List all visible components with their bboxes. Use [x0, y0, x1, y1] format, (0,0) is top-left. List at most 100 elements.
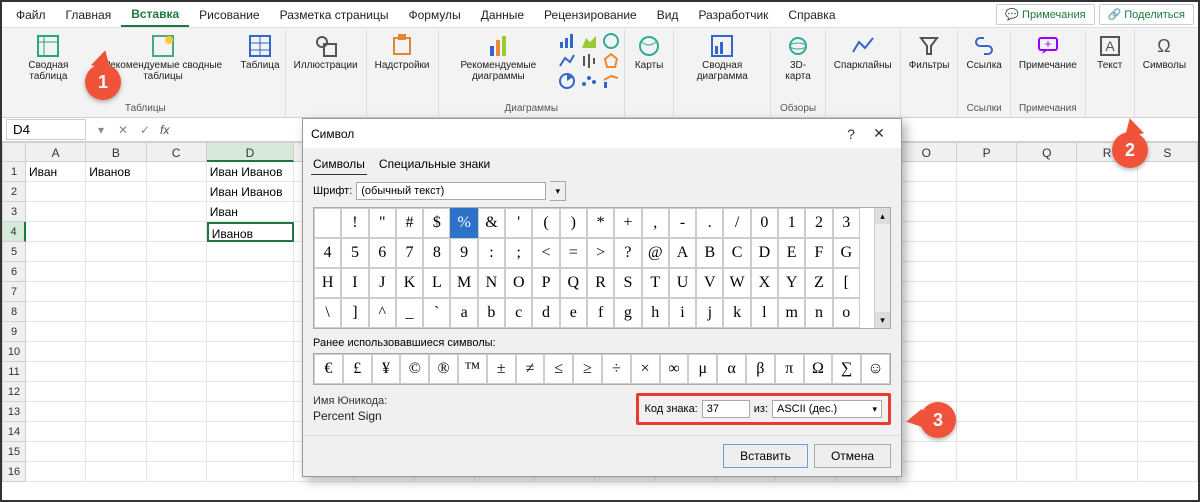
geo-chart-icon[interactable]	[602, 32, 620, 50]
cell-A16[interactable]	[26, 462, 86, 482]
cell-C11[interactable]	[147, 362, 207, 382]
char-cell[interactable]: C	[723, 238, 750, 268]
recent-char[interactable]: ®	[429, 354, 458, 384]
cell-P7[interactable]	[957, 282, 1017, 302]
cell-S8[interactable]	[1138, 302, 1198, 322]
cell-S16[interactable]	[1138, 462, 1198, 482]
table-button[interactable]: Таблица	[239, 32, 280, 73]
cell-C4[interactable]	[147, 222, 207, 242]
col-header-B[interactable]: B	[86, 142, 146, 162]
cell-B1[interactable]: Иванов	[86, 162, 146, 182]
char-cell[interactable]: !	[341, 208, 368, 238]
char-cell[interactable]: .	[696, 208, 723, 238]
cell-S13[interactable]	[1138, 402, 1198, 422]
char-cell[interactable]: a	[450, 298, 477, 328]
area-chart-icon[interactable]	[580, 32, 598, 50]
char-cell[interactable]: E	[778, 238, 805, 268]
cell-R12[interactable]	[1077, 382, 1137, 402]
char-cell[interactable]: W	[723, 268, 750, 298]
char-cell[interactable]: 3	[833, 208, 860, 238]
recent-char[interactable]: ☺	[861, 354, 890, 384]
recent-char[interactable]: α	[717, 354, 746, 384]
cell-D13[interactable]	[207, 402, 294, 422]
col-header-A[interactable]: A	[26, 142, 86, 162]
3d-map-button[interactable]: 3D- карта	[775, 32, 820, 84]
illustrations-button[interactable]: Иллюстрации	[290, 32, 362, 73]
char-cell[interactable]: U	[669, 268, 696, 298]
pie-chart-icon[interactable]	[558, 72, 576, 90]
cell-D11[interactable]	[207, 362, 294, 382]
cancel-button[interactable]: Отмена	[814, 444, 891, 468]
recent-char[interactable]: ≠	[516, 354, 545, 384]
row-header-14[interactable]: 14	[2, 422, 26, 442]
char-cell[interactable]: h	[642, 298, 669, 328]
maps-button[interactable]: Карты	[629, 32, 669, 73]
cell-S15[interactable]	[1138, 442, 1198, 462]
char-cell[interactable]: Z	[805, 268, 832, 298]
stock-chart-icon[interactable]	[580, 52, 598, 70]
cell-P15[interactable]	[957, 442, 1017, 462]
line-chart-icon[interactable]	[558, 52, 576, 70]
cell-C16[interactable]	[147, 462, 207, 482]
char-cell[interactable]: $	[423, 208, 450, 238]
namebox-dropdown[interactable]: ▾	[90, 123, 112, 137]
row-header-3[interactable]: 3	[2, 202, 26, 222]
cell-C5[interactable]	[147, 242, 207, 262]
col-header-D[interactable]: D	[207, 142, 294, 162]
cell-D8[interactable]	[207, 302, 294, 322]
char-cell[interactable]: d	[532, 298, 559, 328]
menu-pagelayout[interactable]: Разметка страницы	[270, 4, 399, 26]
cell-C3[interactable]	[147, 202, 207, 222]
char-cell[interactable]: '	[505, 208, 532, 238]
cell-P11[interactable]	[957, 362, 1017, 382]
cell-C2[interactable]	[147, 182, 207, 202]
cell-B6[interactable]	[86, 262, 146, 282]
char-cell[interactable]: 2	[805, 208, 832, 238]
char-cell[interactable]: i	[669, 298, 696, 328]
code-input[interactable]	[702, 400, 750, 418]
cell-A2[interactable]	[26, 182, 86, 202]
cell-O8[interactable]	[897, 302, 957, 322]
char-cell[interactable]: g	[614, 298, 641, 328]
cell-A6[interactable]	[26, 262, 86, 282]
recent-char[interactable]: ¥	[372, 354, 401, 384]
scroll-up-icon[interactable]: ▴	[875, 208, 890, 224]
cell-D15[interactable]	[207, 442, 294, 462]
cell-S6[interactable]	[1138, 262, 1198, 282]
pivot-table-button[interactable]: Сводная таблица	[10, 32, 87, 84]
font-dropdown[interactable]: ▾	[550, 181, 566, 201]
addins-button[interactable]: Надстройки	[371, 32, 434, 73]
char-cell[interactable]: +	[614, 208, 641, 238]
cell-Q3[interactable]	[1017, 202, 1077, 222]
menu-data[interactable]: Данные	[471, 4, 534, 26]
cell-R8[interactable]	[1077, 302, 1137, 322]
char-cell[interactable]: G	[833, 238, 860, 268]
cell-R11[interactable]	[1077, 362, 1137, 382]
bar-chart-icon[interactable]	[558, 32, 576, 50]
row-header-11[interactable]: 11	[2, 362, 26, 382]
cell-D9[interactable]	[207, 322, 294, 342]
cell-R9[interactable]	[1077, 322, 1137, 342]
share-button[interactable]: 🔗 Поделиться	[1099, 4, 1194, 25]
recent-char[interactable]: ™	[458, 354, 487, 384]
comment-button[interactable]: + Примечание	[1015, 32, 1081, 73]
text-button[interactable]: A Текст	[1090, 32, 1130, 73]
cell-A14[interactable]	[26, 422, 86, 442]
char-cell[interactable]: <	[532, 238, 559, 268]
char-cell[interactable]: J	[369, 268, 396, 298]
col-header-O[interactable]: O	[897, 142, 957, 162]
char-cell[interactable]: D	[751, 238, 778, 268]
cell-O3[interactable]	[897, 202, 957, 222]
char-cell[interactable]: :	[478, 238, 505, 268]
cell-P14[interactable]	[957, 422, 1017, 442]
cell-D10[interactable]	[207, 342, 294, 362]
cell-A3[interactable]	[26, 202, 86, 222]
char-cell[interactable]: V	[696, 268, 723, 298]
cell-O2[interactable]	[897, 182, 957, 202]
pivot-chart-button[interactable]: Сводная диаграмма	[678, 32, 766, 84]
recent-char[interactable]: ≤	[544, 354, 573, 384]
cell-C15[interactable]	[147, 442, 207, 462]
row-header-15[interactable]: 15	[2, 442, 26, 462]
cell-O9[interactable]	[897, 322, 957, 342]
menu-review[interactable]: Рецензирование	[534, 4, 647, 26]
